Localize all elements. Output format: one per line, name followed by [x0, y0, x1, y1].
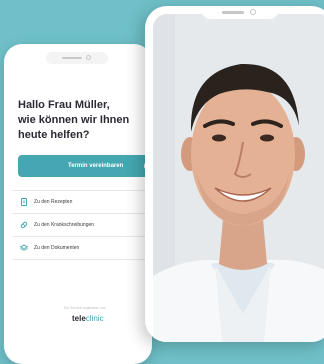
- menu-item-documents[interactable]: Zu den Dokumenten: [12, 237, 152, 260]
- speaker: [222, 11, 244, 14]
- greeting-line-2: wie können wir Ihnen: [18, 114, 130, 126]
- greeting-heading: Hallo Frau Müller, wie können wir Ihnen …: [18, 98, 148, 143]
- menu-item-sick-notes[interactable]: Zu den Krankschreibungen: [12, 214, 152, 237]
- speaker: [62, 57, 82, 59]
- layers-icon: [20, 244, 28, 252]
- brand-logo: teleclinic: [72, 314, 104, 323]
- menu-item-prescriptions[interactable]: Zu den Rezepten: [12, 191, 152, 214]
- video-call-phone: [145, 6, 324, 342]
- app-phone: Hallo Frau Müller, wie können wir Ihnen …: [4, 44, 152, 364]
- doctor-video-feed: [153, 14, 324, 342]
- greeting-line-1: Hallo Frau Müller,: [18, 99, 110, 111]
- menu-item-label: Zu den Krankschreibungen: [34, 222, 95, 228]
- brand-name-part1: tele: [72, 314, 86, 323]
- brand-name-part2: clinic: [85, 314, 104, 323]
- brand-caption: Ein Service angeboten von: [64, 306, 106, 310]
- doctor-portrait-image: [153, 14, 324, 342]
- camera: [86, 55, 91, 60]
- phone-notch: [202, 6, 278, 19]
- camera: [250, 9, 256, 15]
- phone-notch: [46, 52, 108, 64]
- appointment-button-label: Termin vereinbaren: [68, 163, 124, 169]
- menu-list: Zu den Rezepten Zu den Krankschreibungen…: [12, 190, 152, 260]
- menu-item-label: Zu den Rezepten: [34, 199, 73, 205]
- menu-item-label: Zu den Dokumenten: [34, 245, 80, 251]
- greeting-line-3: heute helfen?: [18, 129, 90, 141]
- document-icon: [20, 198, 28, 206]
- pill-icon: [20, 221, 28, 229]
- appointment-button[interactable]: Termin vereinbaren: [18, 155, 152, 177]
